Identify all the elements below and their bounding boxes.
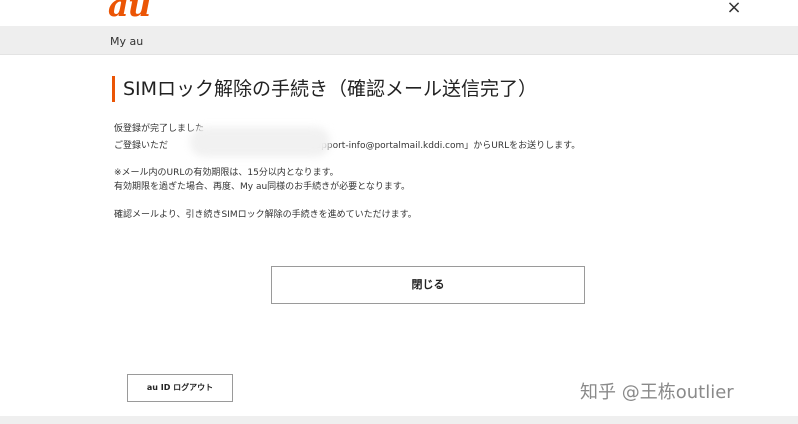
continue-instruction: 確認メールより、引き続きSIMロック解除の手続きを進めていただけます。 xyxy=(114,210,417,220)
top-header: au × xyxy=(0,0,798,24)
page-title: SIMロック解除の手続き（確認メール送信完了） xyxy=(112,76,537,102)
url-expiry-note: ※メール内のURLの有効期限は、15分以内となります。 xyxy=(114,168,339,178)
au-id-logout-button[interactable]: au ID ログアウト xyxy=(127,374,233,402)
bottom-divider xyxy=(0,416,798,424)
redaction-blur xyxy=(190,127,330,157)
sender-address-text: 「support-info@portalmail.kddi.com」からURLを… xyxy=(301,141,581,151)
close-icon[interactable]: × xyxy=(724,0,744,19)
close-button[interactable]: 閉じる xyxy=(271,266,585,304)
email-sent-prefix: ご登録いただ xyxy=(114,141,169,151)
au-logo[interactable]: au xyxy=(108,0,151,24)
expiry-retry-note: 有効期限を過ぎた場合、再度、My au同様のお手続きが必要となります。 xyxy=(114,182,411,192)
sub-navigation-bar: My au xyxy=(0,26,798,55)
email-sent-text: ご登録いただ 「support-info@portalmail.kddi.com… xyxy=(114,140,580,153)
my-au-link[interactable]: My au xyxy=(110,35,143,48)
watermark: 知乎 @王栋outlier xyxy=(580,382,734,403)
